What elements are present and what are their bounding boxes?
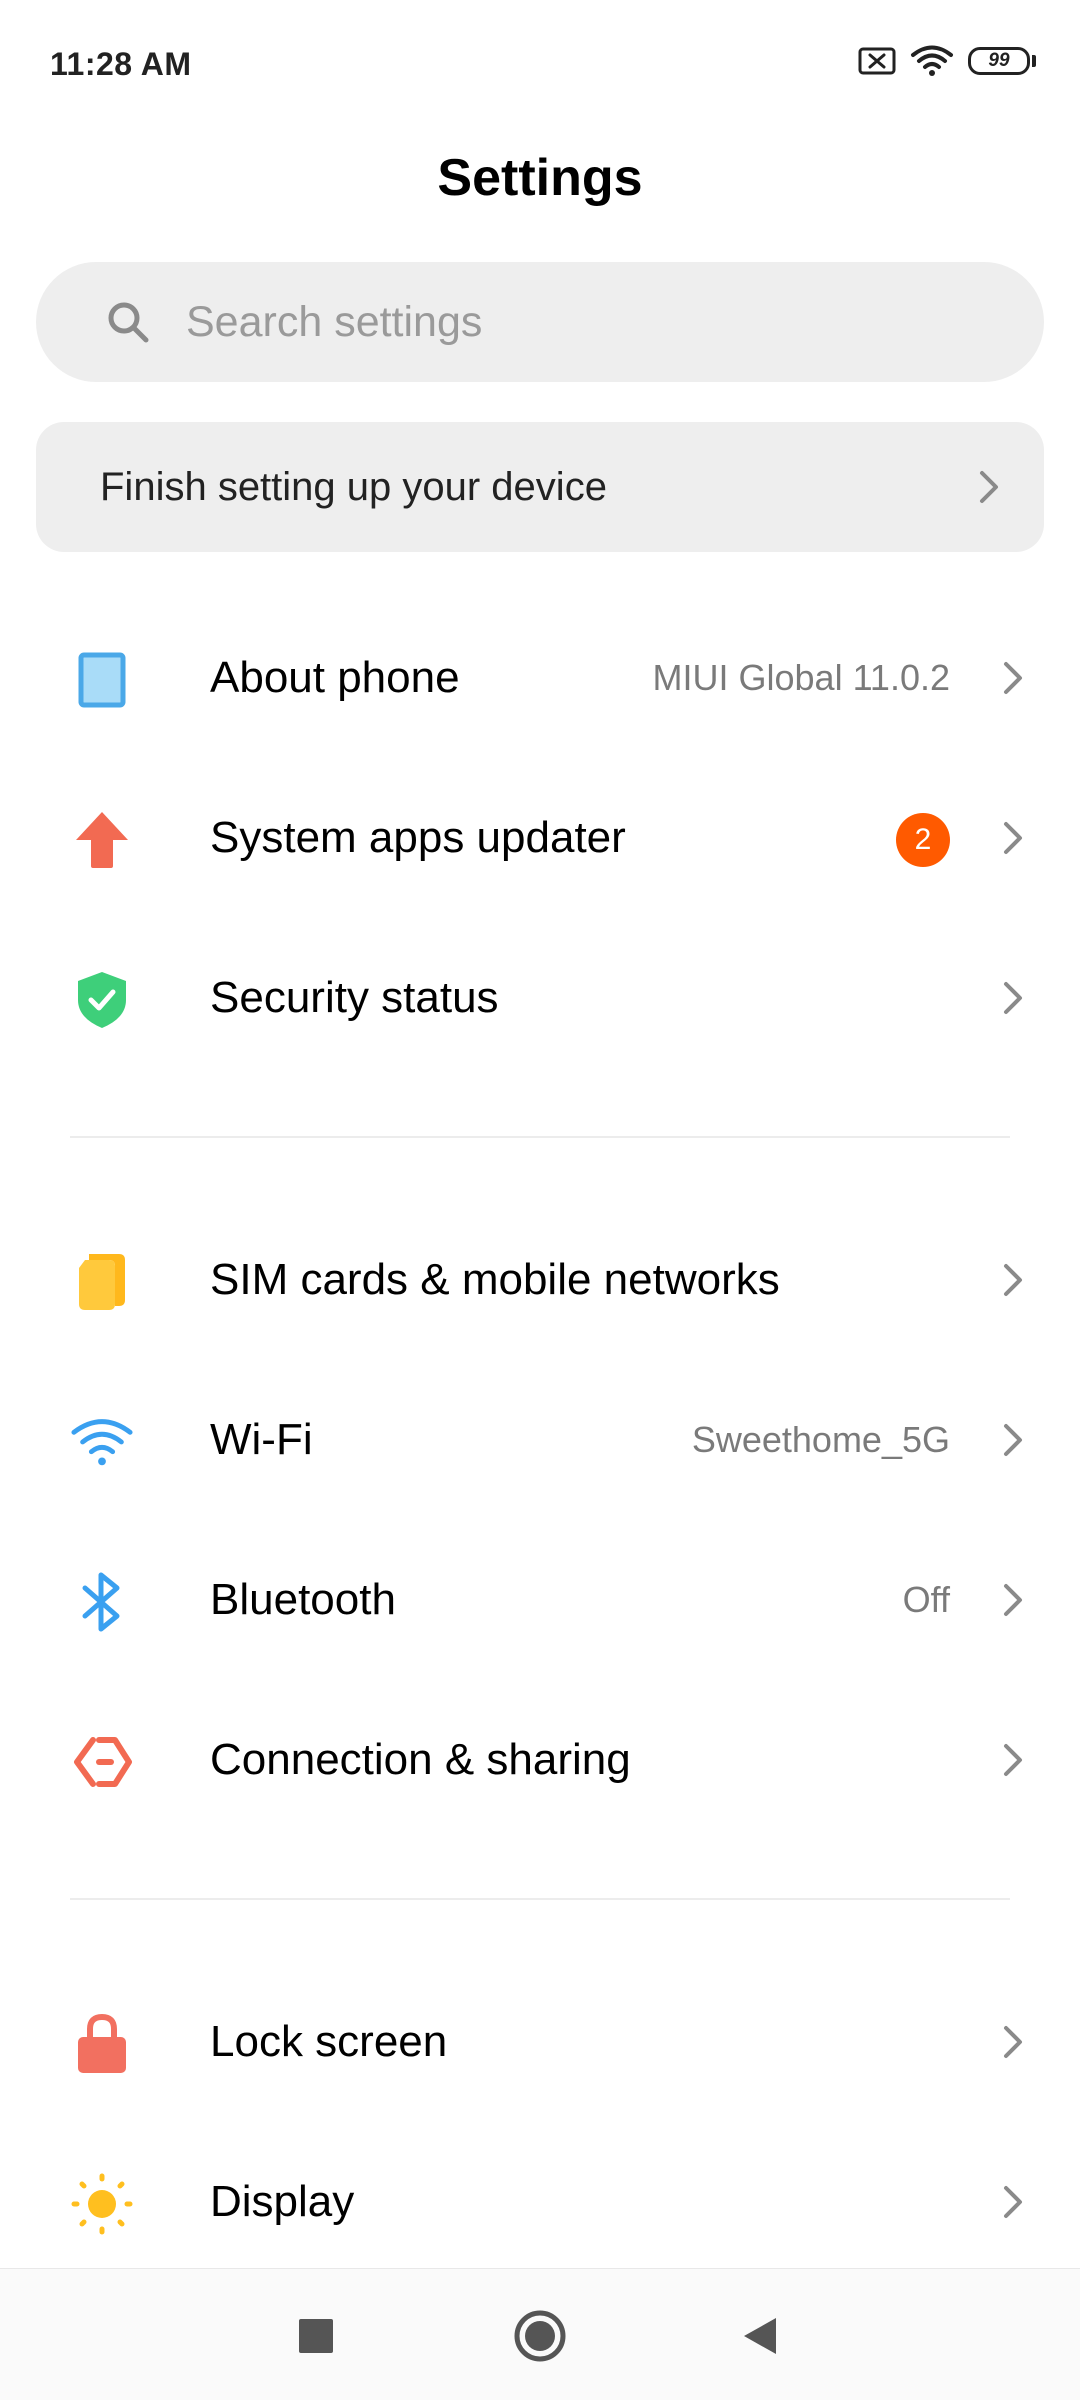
update-arrow-icon [70, 808, 134, 872]
chevron-right-icon [1004, 1584, 1022, 1616]
settings-item-label: Bluetooth [210, 1575, 396, 1624]
chevron-right-icon [1004, 1424, 1022, 1456]
circle-icon [514, 2310, 566, 2362]
section-divider [70, 1898, 1010, 1900]
settings-item-lock-screen[interactable]: Lock screen [0, 1962, 1080, 2122]
settings-item-label: Security status [210, 973, 499, 1022]
update-count-badge: 2 [896, 813, 950, 867]
settings-item-bluetooth[interactable]: Bluetooth Off [0, 1520, 1080, 1680]
settings-item-label: Connection & sharing [210, 1735, 631, 1784]
square-icon [299, 2319, 333, 2353]
finish-setup-card[interactable]: Finish setting up your device [36, 422, 1044, 552]
connection-sharing-icon [70, 1730, 134, 1794]
settings-item-security-status[interactable]: Security status [0, 918, 1080, 1078]
chevron-right-icon [1004, 2186, 1022, 2218]
settings-item-about-phone[interactable]: About phone MIUI Global 11.0.2 [0, 598, 1080, 758]
settings-item-label: About phone [210, 653, 460, 702]
settings-item-sim-cards[interactable]: SIM cards & mobile networks [0, 1200, 1080, 1360]
sim-card-icon [70, 1250, 134, 1314]
home-button[interactable] [505, 2301, 575, 2371]
settings-item-label: Wi-Fi [210, 1415, 313, 1464]
page-title: Settings [437, 149, 643, 207]
settings-item-display[interactable]: Display [0, 2122, 1080, 2282]
sim-x-icon [858, 47, 896, 75]
settings-item-value: Sweethome_5G [691, 1419, 950, 1460]
settings-item-value: Off [902, 1579, 950, 1620]
settings-item-connection-sharing[interactable]: Connection & sharing [0, 1680, 1080, 1840]
chevron-right-icon [1004, 1264, 1022, 1296]
chevron-right-icon [1004, 1744, 1022, 1776]
status-bar: 11:28 AM 99 [0, 0, 1080, 130]
status-time: 11:28 AM [50, 46, 192, 82]
status-icons: 99 [858, 44, 1036, 78]
chevron-right-icon [1004, 822, 1022, 854]
wifi-icon [70, 1410, 134, 1474]
settings-item-label: System apps updater [210, 813, 626, 862]
settings-item-label: Display [210, 2177, 355, 2226]
chevron-right-icon [980, 471, 998, 503]
recents-button[interactable] [281, 2301, 351, 2371]
settings-item-wifi[interactable]: Wi-Fi Sweethome_5G [0, 1360, 1080, 1520]
lock-icon [70, 2012, 134, 2076]
settings-item-label: Lock screen [210, 2017, 448, 2066]
triangle-back-icon [744, 2318, 776, 2354]
battery-tip [1032, 55, 1036, 67]
search-bar[interactable] [36, 262, 1044, 382]
chevron-right-icon [1004, 982, 1022, 1014]
finish-setup-label: Finish setting up your device [100, 465, 607, 509]
settings-item-system-apps-updater[interactable]: System apps updater 2 [0, 758, 1080, 918]
settings-item-label: SIM cards & mobile networks [210, 1255, 780, 1304]
search-icon [108, 302, 149, 343]
shield-check-icon [70, 968, 134, 1032]
section-divider [70, 1136, 1010, 1138]
search-input[interactable] [186, 262, 986, 382]
sun-icon [70, 2172, 134, 2236]
settings-item-value: MIUI Global 11.0.2 [652, 657, 950, 698]
battery-level: 99 [968, 47, 1030, 75]
bluetooth-icon [70, 1570, 134, 1634]
navigation-bar [0, 2268, 1080, 2400]
battery-icon: 99 [968, 47, 1036, 75]
chevron-right-icon [1004, 2026, 1022, 2058]
back-button[interactable] [725, 2301, 795, 2371]
chevron-right-icon [1004, 662, 1022, 694]
wifi-status-icon [911, 45, 953, 76]
phone-icon [70, 648, 134, 712]
